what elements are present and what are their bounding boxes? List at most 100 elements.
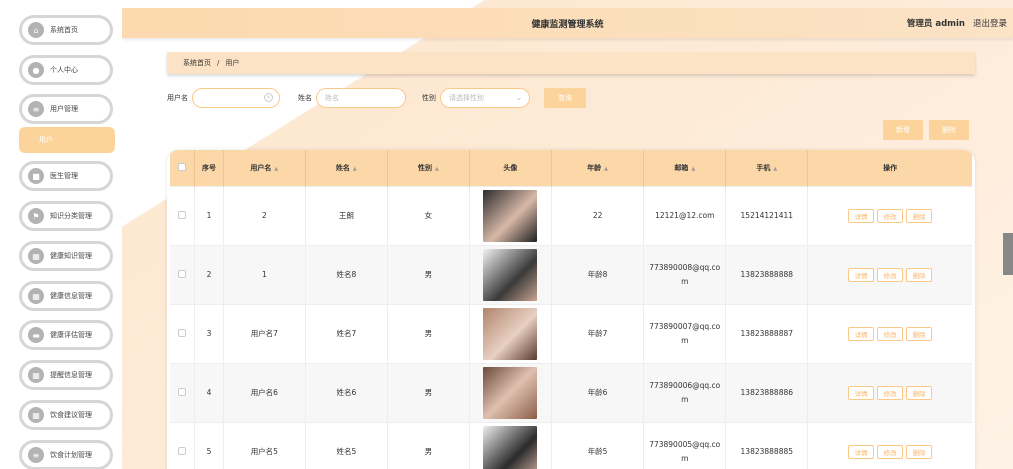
cell-age: 年龄7 xyxy=(551,304,645,363)
sidebar-item-3[interactable]: ■ 医生管理 xyxy=(19,161,113,191)
detail-button[interactable]: 详情 xyxy=(848,267,875,282)
add-button[interactable]: 新增 xyxy=(883,120,923,140)
table-row: 2 1 姓名8 男年龄8 773890008@qq.co m 13823888888 详情修… xyxy=(170,245,972,304)
name-placeholder: 姓名 xyxy=(325,94,339,102)
top-bar: 健康监测管理系统 管理员 admin 退出登录 xyxy=(122,8,1013,38)
sidebar-item-0[interactable]: ⌂ 系统首页 xyxy=(19,15,113,45)
avatar[interactable] xyxy=(483,425,538,469)
row-checkbox[interactable] xyxy=(178,387,187,396)
cell-no: 3 xyxy=(194,304,224,363)
select-all-checkbox[interactable] xyxy=(178,162,187,171)
row-select-cell xyxy=(170,422,196,469)
sidebar-item-5[interactable]: ▦ 健康知识管理 xyxy=(19,241,113,271)
cell-no: 1 xyxy=(194,186,224,245)
sort-icon: ▲ xyxy=(274,165,279,172)
delete-button[interactable]: 删除 xyxy=(906,208,933,223)
username-label: 用户名 xyxy=(167,94,188,102)
sort-icon: ▲ xyxy=(352,165,357,172)
row-checkbox[interactable] xyxy=(178,446,187,455)
sidebar-item-1[interactable]: ● 个人中心 xyxy=(19,55,113,85)
username-input[interactable]: × xyxy=(192,88,280,108)
query-button[interactable]: 查询 xyxy=(544,88,586,108)
sidebar-item-9[interactable]: ▦ 饮食建议管理 xyxy=(19,400,113,430)
col-header-age[interactable]: 年龄 ▲ xyxy=(551,150,645,186)
sidebar-item-label: 健康信息管理 xyxy=(50,292,92,300)
sidebar-item-10[interactable]: ≡ 饮食计划管理 xyxy=(19,440,113,469)
detail-button[interactable]: 详情 xyxy=(848,326,875,341)
sidebar-item-4[interactable]: ⚑ 知识分类管理 xyxy=(19,201,113,231)
col-header-phone[interactable]: 手机 ▲ xyxy=(725,150,809,186)
sidebar-item-2[interactable]: ≡ 用户管理 xyxy=(19,94,113,124)
sort-icon: ▲ xyxy=(434,165,439,172)
cell-phone: 13823888887 xyxy=(725,304,809,363)
row-checkbox[interactable] xyxy=(178,328,187,337)
doctor-icon: ■ xyxy=(28,168,44,184)
avatar[interactable] xyxy=(483,248,538,301)
row-checkbox[interactable] xyxy=(178,210,187,219)
cell-name: 姓名6 xyxy=(305,363,388,422)
table-row: 4 用户名6 姓名6 男 年龄6 773890006@qq.co m 13823888886… xyxy=(170,363,972,422)
user-icon: ● xyxy=(28,62,44,78)
grid-icon: ▦ xyxy=(28,367,44,383)
row-select-cell xyxy=(170,363,196,422)
sidebar-item-label: 饮食建议管理 xyxy=(50,411,92,419)
sidebar-subitem-user[interactable]: 用户 xyxy=(19,127,115,153)
col-header-email[interactable]: 邮箱 ▲ xyxy=(643,150,727,186)
cell-email: 773890008@qq.co m xyxy=(643,245,727,304)
clear-icon[interactable]: × xyxy=(264,93,273,102)
breadcrumb-separator: / xyxy=(217,59,220,67)
delete-button[interactable]: 删除 xyxy=(906,444,933,459)
username-search: 用户名 × xyxy=(167,88,280,108)
edit-button[interactable]: 修改 xyxy=(877,385,904,400)
chevron-down-icon: ⌄ xyxy=(516,94,522,102)
sidebar-item-label: 医生管理 xyxy=(50,172,78,180)
cell-username: 2 xyxy=(223,186,306,245)
sidebar-item-8[interactable]: ▦ 提醒信息管理 xyxy=(19,360,113,390)
sidebar-item-label: 系统首页 xyxy=(50,26,78,34)
logout-link[interactable]: 退出登录 xyxy=(973,17,1007,29)
sidebar-item-label: 健康评估管理 xyxy=(50,331,92,339)
avatar[interactable] xyxy=(483,189,538,242)
edit-button[interactable]: 修改 xyxy=(877,208,904,223)
col-header-username[interactable]: 用户名 ▲ xyxy=(223,150,306,186)
cell-phone: 13823888885 xyxy=(725,422,809,469)
row-select-cell xyxy=(170,304,196,363)
row-checkbox[interactable] xyxy=(178,269,187,278)
cell-avatar xyxy=(469,422,552,469)
grid-icon: ▦ xyxy=(28,407,44,423)
name-search: 姓名 姓名 xyxy=(298,88,406,108)
gender-select[interactable]: 请选择性别 ⌄ xyxy=(440,88,530,108)
avatar[interactable] xyxy=(483,366,538,419)
table-header-row: 序号 用户名 ▲ 姓名 ▲ 性别 ▲ 头像 年龄 ▲ 邮箱 ▲ 手机 ▲ 操作 xyxy=(170,150,972,186)
col-header-gender[interactable]: 性别 ▲ xyxy=(387,150,470,186)
batch-delete-button[interactable]: 删除 xyxy=(929,120,969,140)
detail-button[interactable]: 详情 xyxy=(848,208,875,223)
avatar[interactable] xyxy=(483,307,538,360)
user-table: 序号 用户名 ▲ 姓名 ▲ 性别 ▲ 头像 年龄 ▲ 邮箱 ▲ 手机 ▲ 操作 1 2 王朗女 2… xyxy=(167,150,975,469)
name-input[interactable]: 姓名 xyxy=(316,88,406,108)
col-header-name[interactable]: 姓名 ▲ xyxy=(305,150,388,186)
cell-age: 22 xyxy=(551,186,645,245)
cell-age: 年龄5 xyxy=(551,422,645,469)
grid-icon: ▦ xyxy=(28,288,44,304)
edit-button[interactable]: 修改 xyxy=(877,267,904,282)
cell-email: 773890005@qq.co m xyxy=(643,422,727,469)
delete-button[interactable]: 删除 xyxy=(906,326,933,341)
sidebar-item-label: 健康知识管理 xyxy=(50,252,92,260)
edit-button[interactable]: 修改 xyxy=(877,326,904,341)
scrollbar[interactable] xyxy=(1003,233,1013,275)
delete-button[interactable]: 删除 xyxy=(906,385,933,400)
detail-button[interactable]: 详情 xyxy=(848,444,875,459)
edit-button[interactable]: 修改 xyxy=(877,444,904,459)
sidebar-item-6[interactable]: ▦ 健康信息管理 xyxy=(19,281,113,311)
cell-gender: 男 xyxy=(387,245,470,304)
detail-button[interactable]: 详情 xyxy=(848,385,875,400)
cell-avatar xyxy=(469,186,552,245)
cell-ops: 详情 修改 删除 xyxy=(808,245,972,304)
breadcrumb-home[interactable]: 系统首页 xyxy=(183,58,211,68)
app-title: 健康监测管理系统 xyxy=(531,19,604,30)
delete-button[interactable]: 删除 xyxy=(906,267,933,282)
sidebar-item-7[interactable]: ▬ 健康评估管理 xyxy=(19,320,113,350)
sort-icon: ▲ xyxy=(691,165,696,172)
cell-avatar xyxy=(469,304,552,363)
